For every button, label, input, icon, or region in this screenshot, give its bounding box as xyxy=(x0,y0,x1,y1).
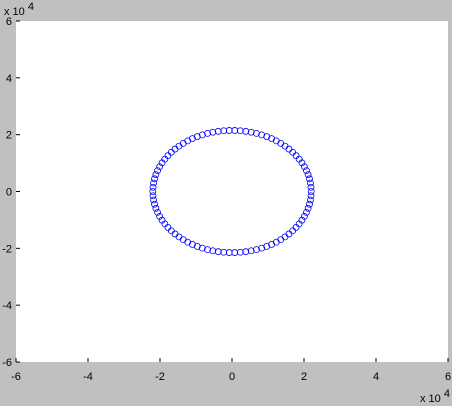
x-tick-label: 4 xyxy=(373,371,379,383)
x-multiplier-exponent: 4 xyxy=(444,388,450,400)
x-tick-label: -4 xyxy=(83,371,93,383)
x-tick-label: 2 xyxy=(301,371,307,383)
y-tick-label: -2 xyxy=(2,243,12,255)
x-tick-label: -2 xyxy=(155,371,165,383)
x-tick-label: 0 xyxy=(229,371,235,383)
x-tick-label: 6 xyxy=(445,371,451,383)
y-tick-label: 4 xyxy=(6,73,12,85)
y-multiplier-exponent: 4 xyxy=(28,1,34,13)
scatter-chart: -6 -4 -2 0 2 4 6-6-4-20246 x 10 4 x 10 4 xyxy=(0,0,452,406)
y-multiplier-base: x 10 xyxy=(4,6,25,18)
y-tick-label: -6 xyxy=(2,357,12,369)
x-tick-label: -6 xyxy=(11,371,21,383)
y-tick-label: 2 xyxy=(6,130,12,142)
y-tick-label: -4 xyxy=(2,300,12,312)
y-tick-label: 0 xyxy=(6,187,12,199)
axes-background xyxy=(16,21,448,362)
x-multiplier-base: x 10 xyxy=(420,393,441,405)
